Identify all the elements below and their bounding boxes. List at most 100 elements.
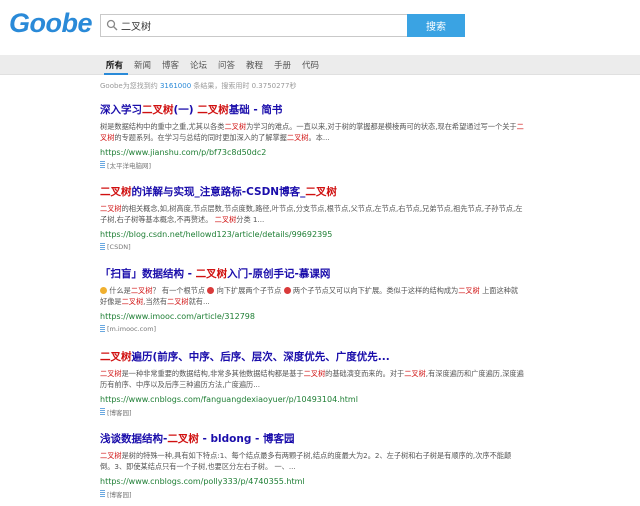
tab-tutorial[interactable]: 教程 <box>246 59 263 71</box>
text-segment: 向下扩展两个子节点 <box>214 286 284 295</box>
text-segment: 浅谈数据结构- <box>100 433 168 445</box>
text-segment: 是树的特殊一种,具有如下特点:1、每个结点最多有两颗子树,结点的度最大为2。2、… <box>100 451 512 471</box>
text-segment: 遍历(前序、中序、后序、层次、深度优先、广度优先... <box>131 351 390 363</box>
keyword-highlight: 二叉树 <box>100 369 122 378</box>
result-snippet: 二叉树是树的特殊一种,具有如下特点:1、每个结点最多有两颗子树,结点的度最大为2… <box>100 451 525 472</box>
text-segment: 深入学习 <box>100 104 142 116</box>
result-snippet: 什么是二叉树？ 有一个根节点 向下扩展两个子节点 两个子节点又可以向下扩展。类似… <box>100 286 525 307</box>
result-snippet: 二叉树的相关概念,如,树高度,节点层数,节点度数,路径,叶节点,分支节点,根节点… <box>100 204 525 225</box>
text-segment: 的相关概念,如,树高度,节点层数,节点度数,路径,叶节点,分支节点,根节点,父节… <box>100 204 523 224</box>
keyword-highlight: 二叉树 <box>130 286 153 295</box>
tab-manual[interactable]: 手册 <box>274 59 291 71</box>
keyword-highlight: 二叉树 <box>167 433 199 445</box>
source-icon <box>100 325 105 332</box>
search-result: 二叉树遍历(前序、中序、后序、层次、深度优先、广度优先... 二叉树是一种非常重… <box>100 351 525 417</box>
keyword-highlight: 二叉树 <box>100 351 132 363</box>
keyword-highlight: 二叉树 <box>224 122 247 131</box>
result-url[interactable]: https://www.cnblogs.com/polly333/p/47403… <box>100 476 525 487</box>
result-snippet: 二叉树是一种非常重要的数据结构,非常多其他数据结构都是基于二叉树的基础演变而来的… <box>100 369 525 390</box>
keyword-highlight: 二叉树 <box>121 296 144 306</box>
search-result: 浅谈数据结构-二叉树 - bldong - 博客园 二叉树是树的特殊一种,具有如… <box>100 433 525 499</box>
text-segment: (一) <box>173 104 198 116</box>
header: Goobe 搜索 <box>0 0 640 55</box>
keyword-highlight: 二叉树 <box>458 286 480 295</box>
text-segment: ,当然有 <box>143 296 168 306</box>
keyword-highlight: 二叉树 <box>286 132 309 142</box>
text-segment: 分类 1... <box>236 214 265 224</box>
source-label: [m.imooc.com] <box>107 324 157 333</box>
search-box[interactable] <box>100 14 408 37</box>
keyword-highlight: 二叉树 <box>214 214 237 224</box>
keyword-highlight: 二叉树 <box>195 268 228 280</box>
result-title[interactable]: 「扫盲」数据结构 - 二叉树入门-原创手记-慕课网 <box>100 268 525 281</box>
source-icon <box>100 490 105 497</box>
result-url[interactable]: https://www.cnblogs.com/fanguangdexiaoyu… <box>100 394 525 405</box>
result-source: [CSDN] <box>100 242 525 251</box>
source-icon <box>100 243 105 250</box>
result-source: [博客园] <box>100 489 525 499</box>
text-segment: 就有... <box>188 296 210 306</box>
result-title[interactable]: 二叉树的详解与实现_注意路标-CSDN博客_二叉树 <box>100 186 525 199</box>
source-label: [CSDN] <box>107 242 131 251</box>
tab-blog[interactable]: 博客 <box>162 59 179 71</box>
source-label: [博客园] <box>107 408 132 417</box>
keyword-highlight: 二叉树 <box>167 296 189 306</box>
result-url[interactable]: https://www.jianshu.com/p/bf73c8d50dc2 <box>100 147 525 158</box>
text-segment: 的基础演变而来的。对于 <box>325 369 405 378</box>
text-segment: 的详解与实现_注意路标-CSDN博客_ <box>131 186 306 198</box>
tab-news[interactable]: 新闻 <box>134 59 151 71</box>
result-url[interactable]: https://blog.csdn.net/hellowd123/article… <box>100 229 525 240</box>
search-icon <box>106 19 118 31</box>
result-source: [太平洋电脑网] <box>100 160 525 170</box>
result-title[interactable]: 二叉树遍历(前序、中序、后序、层次、深度优先、广度优先... <box>100 351 525 364</box>
text-segment: 两个子节点又可以向下扩展。类似于这样的结构成为 <box>290 286 459 295</box>
keyword-highlight: 二叉树 <box>305 186 337 198</box>
result-source: [博客园] <box>100 407 525 417</box>
search-input[interactable] <box>121 16 401 35</box>
tab-code[interactable]: 代码 <box>302 59 319 71</box>
keyword-highlight: 二叉树 <box>404 369 426 378</box>
stats-prefix: Goobe为您找到约 <box>100 82 160 90</box>
keyword-highlight: 二叉树 <box>100 204 122 213</box>
keyword-highlight: 二叉树 <box>303 369 326 378</box>
keyword-highlight: 二叉树 <box>197 104 229 116</box>
text-segment: 入门-原创手记-慕课网 <box>227 268 331 280</box>
search-result: 二叉树的详解与实现_注意路标-CSDN博客_二叉树 二叉树的相关概念,如,树高度… <box>100 186 525 251</box>
logo[interactable]: Goobe <box>9 8 93 39</box>
active-tab-indicator <box>104 73 128 75</box>
text-segment: 的专题系列。在学习与总结的同时更加深入的了解掌握 <box>114 132 287 142</box>
text-segment: 什么是 <box>107 286 131 295</box>
text-segment: 。本... <box>308 132 330 142</box>
stats-suffix: 条结果，搜索用时 0.3750277秒 <box>191 82 297 90</box>
source-label: [太平洋电脑网] <box>107 161 152 170</box>
emoji-face-icon <box>100 287 107 294</box>
keyword-highlight: 二叉树 <box>100 186 132 198</box>
text-segment: 树是数据结构中的重中之重,尤其以各类 <box>100 122 225 131</box>
tab-all[interactable]: 所有 <box>106 59 123 71</box>
source-icon <box>100 408 105 415</box>
source-icon <box>100 161 105 168</box>
result-title[interactable]: 深入学习二叉树(一) 二叉树基础 - 简书 <box>100 104 525 117</box>
tab-qa[interactable]: 问答 <box>218 59 235 71</box>
result-snippet: 树是数据结构中的重中之重,尤其以各类二叉树为学习的难点。一直以来,对于树的掌握都… <box>100 122 525 143</box>
result-title[interactable]: 浅谈数据结构-二叉树 - bldong - 博客园 <box>100 433 525 446</box>
search-result: 深入学习二叉树(一) 二叉树基础 - 简书 树是数据结构中的重中之重,尤其以各类… <box>100 104 525 170</box>
tab-bar: 所有 新闻 博客 论坛 问答 教程 手册 代码 <box>0 55 640 75</box>
search-result: 「扫盲」数据结构 - 二叉树入门-原创手记-慕课网 什么是二叉树？ 有一个根节点… <box>100 268 525 333</box>
text-segment: - bldong - 博客园 <box>198 433 295 445</box>
result-stats: Goobe为您找到约 3161000 条结果，搜索用时 0.3750277秒 <box>100 81 296 91</box>
result-source: [m.imooc.com] <box>100 324 525 333</box>
result-url[interactable]: https://www.imooc.com/article/312798 <box>100 311 525 322</box>
tab-forum[interactable]: 论坛 <box>190 59 207 71</box>
text-segment: 「扫盲」数据结构 - <box>100 268 196 280</box>
keyword-highlight: 二叉树 <box>142 104 174 116</box>
keyword-highlight: 二叉树 <box>100 451 122 460</box>
stats-count: 3161000 <box>159 82 192 90</box>
text-segment: 为学习的难点。一直以来,对于树的掌握都是模棱两可的状态,现在希望通过写一个关于 <box>246 122 517 131</box>
text-segment: 是一种非常重要的数据结构,非常多其他数据结构都是基于 <box>121 369 304 378</box>
search-button[interactable]: 搜索 <box>407 14 465 37</box>
red-circle-icon <box>283 287 291 294</box>
text-segment: 基础 - 简书 <box>228 104 283 116</box>
text-segment: ？ 有一个根节点 <box>152 286 208 295</box>
source-label: [博客园] <box>107 490 132 499</box>
